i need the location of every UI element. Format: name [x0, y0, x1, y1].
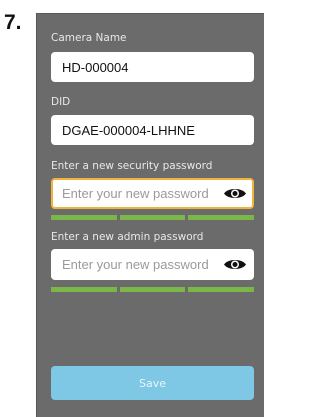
camera-name-field[interactable]: HD-000004 — [51, 52, 254, 82]
security-password-box — [51, 178, 254, 209]
strength-segment — [51, 287, 117, 292]
admin-password-input[interactable] — [62, 257, 222, 272]
admin-password-box — [51, 249, 254, 280]
security-password-strength-meter — [51, 215, 255, 220]
strength-segment — [119, 287, 186, 292]
save-button[interactable]: Save — [51, 366, 254, 400]
eye-icon[interactable] — [222, 185, 248, 203]
admin-password-label: Enter a new admin password — [51, 231, 204, 243]
strength-segment — [188, 215, 255, 220]
strength-segment — [51, 215, 117, 220]
security-password-input[interactable] — [62, 186, 222, 201]
did-field[interactable]: DGAE-000004-LHHNE — [51, 115, 254, 145]
step-number: 7. — [4, 11, 22, 34]
camera-settings-screen: Camera Name HD-000004 DID DGAE-000004-LH… — [36, 13, 264, 417]
strength-segment — [119, 215, 186, 220]
strength-segment — [188, 287, 255, 292]
camera-name-label: Camera Name — [51, 32, 127, 44]
eye-icon[interactable] — [222, 256, 248, 274]
did-label: DID — [51, 96, 71, 108]
security-password-label: Enter a new security password — [51, 160, 213, 172]
admin-password-strength-meter — [51, 287, 255, 292]
